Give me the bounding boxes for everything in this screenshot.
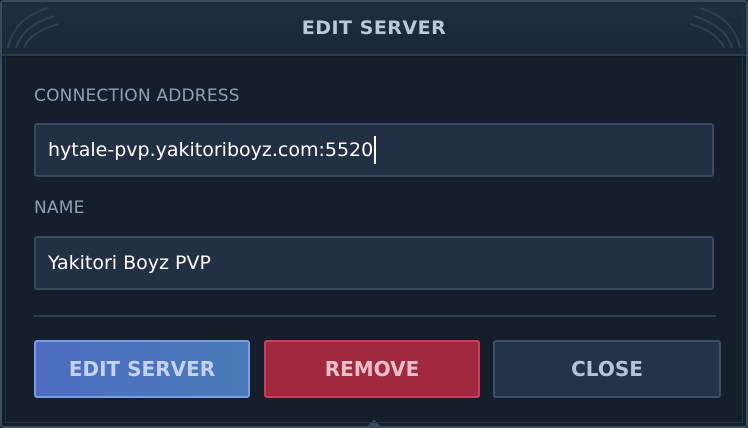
name-value: Yakitori Boyz PVP [48,252,211,274]
connection-address-value: hytale-pvp.yakitoriboyz.com:5520 [48,139,374,161]
divider [34,315,716,317]
edit-server-dialog: EDIT SERVER CONNECTION ADDRESS hytale-pv… [0,0,748,428]
name-input[interactable]: Yakitori Boyz PVP [34,236,714,290]
dialog-title: EDIT SERVER [301,17,447,39]
name-label: NAME [34,198,85,218]
corner-ornament-icon [7,7,59,49]
edit-server-button[interactable]: EDIT SERVER [34,340,250,398]
text-caret [374,136,377,164]
remove-button[interactable]: REMOVE [264,340,480,398]
bottom-notch-ornament [365,419,383,426]
dialog-title-bar: EDIT SERVER [2,2,746,56]
close-button[interactable]: CLOSE [493,340,721,398]
connection-address-input[interactable]: hytale-pvp.yakitoriboyz.com:5520 [34,123,714,177]
connection-address-label: CONNECTION ADDRESS [34,86,240,106]
corner-ornament-icon [689,7,741,49]
